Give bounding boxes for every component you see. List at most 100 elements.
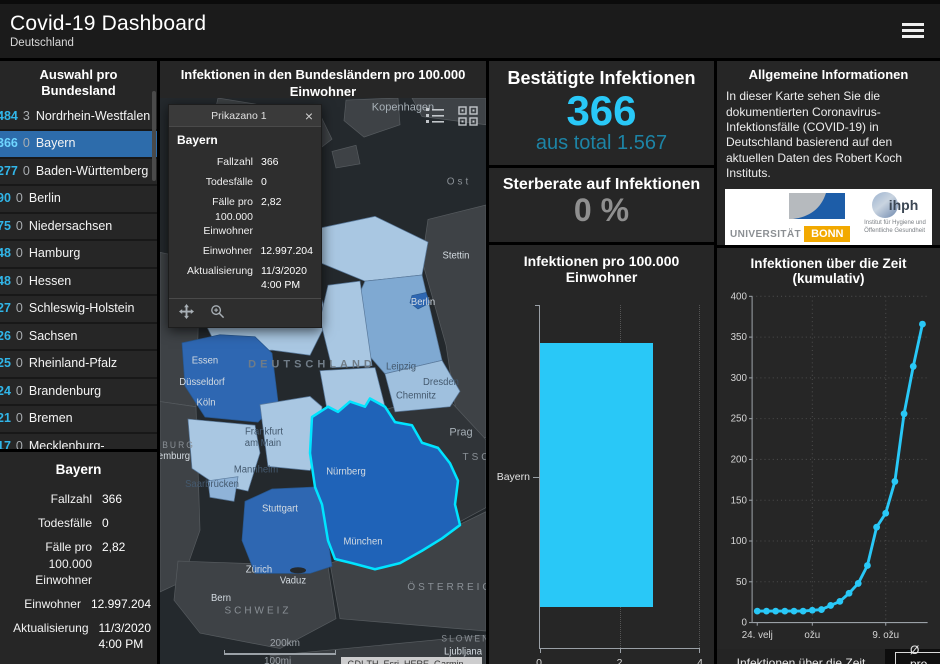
- popup-header-title: Prikazano 1: [175, 110, 303, 122]
- bar: [540, 343, 653, 607]
- tab-avg-pro-tag[interactable]: Ø pro Tag: [895, 652, 940, 664]
- popup-rows: Fallzahl366 Todesfälle0 Fälle pro 100.000 …: [169, 155, 321, 292]
- svg-text:SLOWENI: SLOWENI: [441, 633, 486, 643]
- details-title: Bayern: [0, 454, 157, 483]
- info-panel: Allgemeine Informationen In dieser Karte…: [717, 61, 940, 245]
- sidebar-item-bayern[interactable]: 3660Bayern: [0, 131, 157, 159]
- ihph-logo: ihph Institut für Hygiene und Öffentlich…: [863, 192, 927, 242]
- column-right: Allgemeine Informationen In dieser Karte…: [717, 61, 940, 664]
- bar-xticks: 024: [539, 653, 700, 664]
- svg-text:DEUTSCHLAND: DEUTSCHLAND: [248, 358, 376, 370]
- bar-category-label: Bayern: [497, 471, 530, 483]
- close-icon[interactable]: ×: [303, 109, 315, 123]
- sidebar-item-nordrhein-westfalen[interactable]: 4843Nordrhein-Westfalen: [0, 104, 157, 132]
- svg-text:München: München: [343, 536, 382, 547]
- bar-chart-area: Bayern: [489, 287, 714, 649]
- dashboard-body: Auswahl pro Bundesland 4843Nordrhein-Wes…: [0, 61, 940, 661]
- sidebar-item-brandenburg[interactable]: 240Brandenburg: [0, 379, 157, 407]
- map-attribution: GDI-TH, Esri, HERE, Garmin, ...: [341, 657, 482, 664]
- kv-row: Fallzahl366: [177, 155, 313, 169]
- details-rows: Fallzahl366Todesfälle0Fälle pro 100.000 …: [0, 491, 157, 653]
- sidebar-item-mecklenburg-vorpommern[interactable]: 170Mecklenburg-Vorpommern: [0, 434, 157, 450]
- sidebar-item-hamburg[interactable]: 480Hamburg: [0, 241, 157, 269]
- svg-text:MBURG: MBURG: [160, 440, 195, 450]
- svg-text:9. ožu: 9. ožu: [872, 630, 899, 641]
- kv-row: Aktualisierung11/3/2020 4:00 PM: [6, 620, 151, 652]
- popup-title: Bayern: [169, 127, 321, 149]
- svg-text:am Main: am Main: [245, 438, 281, 449]
- svg-text:200: 200: [731, 455, 748, 466]
- bar-category: Bayern: [489, 305, 539, 649]
- death-rate-panel: Sterberate auf Infektionen 0 %: [489, 168, 714, 242]
- menu-icon[interactable]: [902, 20, 924, 41]
- kv-row: Todesfälle0: [177, 175, 313, 189]
- pan-icon[interactable]: [179, 304, 194, 322]
- svg-text:400: 400: [731, 291, 748, 302]
- svg-text:SCHWEIZ: SCHWEIZ: [224, 605, 291, 616]
- svg-text:Essen: Essen: [192, 355, 218, 366]
- svg-text:Stuttgart: Stuttgart: [262, 504, 298, 515]
- svg-text:Mannheim: Mannheim: [234, 464, 278, 475]
- uni-bonn-logo: UNIVERSITÄT BONN: [730, 192, 859, 242]
- tab-infektionen-ueber-die-zeit[interactable]: Infektionen über die Zeit: [717, 649, 885, 664]
- sidebar-item-rheinland-pfalz[interactable]: 250Rheinland-Pfalz: [0, 351, 157, 379]
- map-toolbar: [424, 106, 478, 131]
- sidebar-item-niedersachsen[interactable]: 750Niedersachsen: [0, 214, 157, 242]
- svg-text:Dresden: Dresden: [423, 377, 459, 388]
- map-area[interactable]: KopenhagenOstStettinBerlinEssenDüsseldor…: [160, 98, 486, 664]
- legend-icon[interactable]: [424, 106, 446, 131]
- sidebar-item-schleswig-holstein[interactable]: 270Schleswig-Holstein: [0, 296, 157, 324]
- kv-row: Einwohner12.997.204: [177, 244, 313, 258]
- svg-text:Saarbrücken: Saarbrücken: [185, 479, 239, 490]
- column-map: Infektionen in den Bundesländern pro 100…: [160, 61, 486, 664]
- svg-text:Düsseldorf: Düsseldorf: [179, 377, 225, 388]
- details-panel: Bayern Fallzahl366Todesfälle0Fälle pro 1…: [0, 452, 157, 664]
- svg-text:Köln: Köln: [197, 398, 216, 409]
- uni-label: UNIVERSITÄT: [730, 229, 801, 240]
- basemap-icon[interactable]: [458, 106, 478, 131]
- logo-banner: UNIVERSITÄT BONN ihph Institut für Hygie…: [725, 189, 932, 245]
- svg-text:Frankfurt: Frankfurt: [245, 426, 283, 437]
- kv-row: Fälle pro 100.000 Einwohner2,82: [6, 539, 151, 588]
- svg-text:Chemnitz: Chemnitz: [396, 390, 436, 401]
- line-chart-panel: Infektionen über die Zeit (kumulativ) 05…: [717, 248, 940, 664]
- info-title: Allgemeine Informationen: [717, 61, 940, 87]
- kv-row: Fälle pro 100.000 Einwohner2,82: [177, 195, 313, 238]
- svg-text:Vaduz: Vaduz: [280, 576, 306, 587]
- map-panel: Infektionen in den Bundesländern pro 100…: [160, 61, 486, 664]
- zoom-in-icon[interactable]: [210, 304, 225, 322]
- bar-chart-plot: [539, 305, 700, 649]
- death-rate-value: 0 %: [489, 194, 714, 228]
- sidebar-item-hessen[interactable]: 480Hessen: [0, 269, 157, 297]
- bar-chart-panel: Infektionen pro 100.000 Einwohner Bayern: [489, 245, 714, 664]
- column-stats: Bestätigte Infektionen 366 aus total 1.5…: [489, 61, 714, 664]
- svg-text:Nürnberg: Nürnberg: [326, 467, 366, 478]
- popup-footer: [169, 298, 321, 327]
- sidebar-item-bremen[interactable]: 210Bremen: [0, 406, 157, 434]
- line-chart: 05010015020025030035040024. veljožu9. ož…: [717, 286, 940, 649]
- svg-text:Leipzig: Leipzig: [386, 362, 416, 373]
- page-title: Covid-19 Dashboard: [10, 12, 206, 36]
- svg-text:Ljubljana: Ljubljana: [444, 647, 483, 658]
- list-panel-title: Auswahl pro Bundesland: [0, 61, 157, 104]
- scale-bar: 200km 100mi: [224, 638, 336, 664]
- info-text: In dieser Karte sehen Sie die dokumentie…: [717, 87, 940, 181]
- svg-text:Ost: Ost: [447, 176, 472, 187]
- popup-header: Prikazano 1 ×: [169, 105, 321, 127]
- svg-text:50: 50: [736, 577, 747, 588]
- map-title: Infektionen in den Bundesländern pro 100…: [160, 61, 486, 98]
- scale-mi-label: 100mi: [224, 656, 336, 664]
- uni-bonn-curve-icon: [789, 193, 845, 219]
- sidebar-item-baden-w-rttemberg[interactable]: 2770Baden-Württemberg: [0, 159, 157, 187]
- svg-text:ožu: ožu: [804, 630, 820, 641]
- scale-km-label: 200km: [224, 638, 336, 649]
- svg-text:100: 100: [731, 536, 748, 547]
- svg-text:300: 300: [731, 373, 748, 384]
- sidebar-item-berlin[interactable]: 900Berlin: [0, 186, 157, 214]
- sidebar-item-sachsen[interactable]: 260Sachsen: [0, 324, 157, 352]
- svg-text:ÖSTERREIC: ÖSTERREIC: [407, 581, 486, 593]
- header: Covid-19 Dashboard Deutschland: [0, 0, 940, 58]
- column-left: Auswahl pro Bundesland 4843Nordrhein-Wes…: [0, 61, 157, 664]
- svg-text:TSC: TSC: [463, 452, 486, 463]
- scale-line: [224, 650, 336, 655]
